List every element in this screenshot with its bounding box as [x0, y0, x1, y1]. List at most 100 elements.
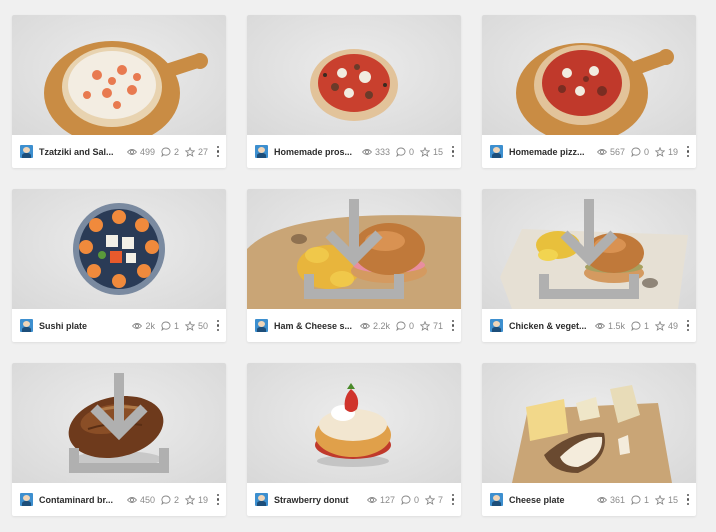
star-icon[interactable] [654, 320, 665, 331]
model-title[interactable]: Contaminard br... [39, 495, 121, 505]
model-thumbnail[interactable] [482, 189, 696, 309]
card-footer: Sushi plate 2k 1 50 [12, 309, 226, 342]
model-title[interactable]: Ham & Cheese s... [274, 321, 354, 331]
model-title[interactable]: Sushi plate [39, 321, 126, 331]
star-icon[interactable] [184, 494, 195, 505]
comment-icon [161, 147, 171, 157]
more-vertical-icon[interactable] [451, 319, 455, 332]
eye-icon [126, 496, 137, 503]
download-icon[interactable] [247, 189, 461, 309]
star-icon[interactable] [424, 494, 435, 505]
model-title[interactable]: Tzatziki and Sal... [39, 147, 121, 157]
views-count: 499 [139, 146, 155, 157]
model-stats: 499 2 27 [121, 146, 208, 157]
model-stats: 2k 1 50 [126, 320, 208, 331]
user-avatar[interactable] [490, 145, 503, 158]
model-thumbnail[interactable] [12, 189, 226, 309]
model-stats: 2.2k 0 71 [354, 320, 443, 331]
model-title[interactable]: Chicken & veget... [509, 321, 589, 331]
model-title[interactable]: Cheese plate [509, 495, 591, 505]
comments-stat: 0 [396, 147, 414, 157]
comments-count: 1 [643, 320, 649, 331]
model-stats: 333 0 15 [356, 146, 443, 157]
card-footer: Homemade pizz... 567 0 19 [482, 135, 696, 168]
user-avatar[interactable] [20, 493, 33, 506]
download-icon[interactable] [12, 363, 226, 483]
more-vertical-icon[interactable] [216, 145, 220, 158]
more-vertical-icon[interactable] [216, 319, 220, 332]
model-thumbnail[interactable] [247, 189, 461, 309]
views-count: 1.5k [607, 320, 625, 331]
views-count: 127 [379, 494, 395, 505]
download-icon[interactable] [482, 189, 696, 309]
likes-count: 27 [197, 146, 208, 157]
model-title[interactable]: Homemade pizz... [509, 147, 591, 157]
likes-stat[interactable]: 50 [184, 320, 208, 331]
star-icon[interactable] [654, 494, 665, 505]
views-count: 567 [609, 146, 625, 157]
user-avatar[interactable] [255, 145, 268, 158]
star-icon[interactable] [184, 320, 195, 331]
model-card[interactable]: Homemade pros... 333 0 15 [247, 15, 461, 168]
model-card[interactable]: Tzatziki and Sal... 499 2 27 [12, 15, 226, 168]
model-thumbnail[interactable] [12, 15, 226, 135]
user-avatar[interactable] [490, 319, 503, 332]
views-stat: 1.5k [594, 320, 625, 331]
user-avatar[interactable] [20, 145, 33, 158]
model-card[interactable]: Sushi plate 2k 1 50 [12, 189, 226, 342]
comments-count: 1 [643, 494, 649, 505]
user-avatar[interactable] [255, 319, 268, 332]
cheese-thumbnail-image [512, 385, 672, 483]
model-thumbnail[interactable] [12, 363, 226, 483]
views-stat: 499 [126, 146, 155, 157]
more-vertical-icon[interactable] [451, 145, 455, 158]
more-vertical-icon[interactable] [686, 145, 690, 158]
model-thumbnail[interactable] [247, 363, 461, 483]
comments-count: 2 [173, 146, 179, 157]
pizza-thumbnail-image [310, 49, 398, 121]
eye-icon [126, 148, 137, 155]
likes-stat[interactable]: 27 [184, 146, 208, 157]
model-card[interactable]: Chicken & veget... 1.5k 1 49 [482, 189, 696, 342]
star-icon[interactable] [419, 320, 430, 331]
card-footer: Chicken & veget... 1.5k 1 49 [482, 309, 696, 342]
views-count: 2k [145, 320, 155, 331]
likes-stat[interactable]: 71 [419, 320, 443, 331]
model-title[interactable]: Strawberry donut [274, 495, 361, 505]
user-avatar[interactable] [255, 493, 268, 506]
likes-stat[interactable]: 15 [654, 494, 678, 505]
likes-stat[interactable]: 49 [654, 320, 678, 331]
model-card[interactable]: Ham & Cheese s... 2.2k 0 71 [247, 189, 461, 342]
comments-count: 2 [173, 494, 179, 505]
views-count: 333 [374, 146, 390, 157]
model-card[interactable]: Strawberry donut 127 0 7 [247, 363, 461, 516]
model-card[interactable]: Cheese plate 361 1 15 [482, 363, 696, 516]
model-card[interactable]: Contaminard br... 450 2 19 [12, 363, 226, 516]
likes-count: 19 [197, 494, 208, 505]
likes-stat[interactable]: 19 [654, 146, 678, 157]
user-avatar[interactable] [490, 493, 503, 506]
more-vertical-icon[interactable] [686, 493, 690, 506]
likes-count: 50 [197, 320, 208, 331]
pizza-thumbnail-image [44, 41, 208, 135]
eye-icon [132, 322, 143, 329]
star-icon[interactable] [419, 146, 430, 157]
views-stat: 2k [132, 321, 155, 331]
card-footer: Tzatziki and Sal... 499 2 27 [12, 135, 226, 168]
model-thumbnail[interactable] [247, 15, 461, 135]
comment-icon [396, 321, 406, 331]
more-vertical-icon[interactable] [451, 493, 455, 506]
model-thumbnail[interactable] [482, 363, 696, 483]
model-title[interactable]: Homemade pros... [274, 147, 356, 157]
likes-count: 7 [437, 494, 443, 505]
star-icon[interactable] [184, 146, 195, 157]
user-avatar[interactable] [20, 319, 33, 332]
more-vertical-icon[interactable] [216, 493, 220, 506]
likes-stat[interactable]: 19 [184, 494, 208, 505]
likes-stat[interactable]: 15 [419, 146, 443, 157]
model-thumbnail[interactable] [482, 15, 696, 135]
more-vertical-icon[interactable] [686, 319, 690, 332]
likes-stat[interactable]: 7 [424, 494, 443, 505]
model-card[interactable]: Homemade pizz... 567 0 19 [482, 15, 696, 168]
star-icon[interactable] [654, 146, 665, 157]
